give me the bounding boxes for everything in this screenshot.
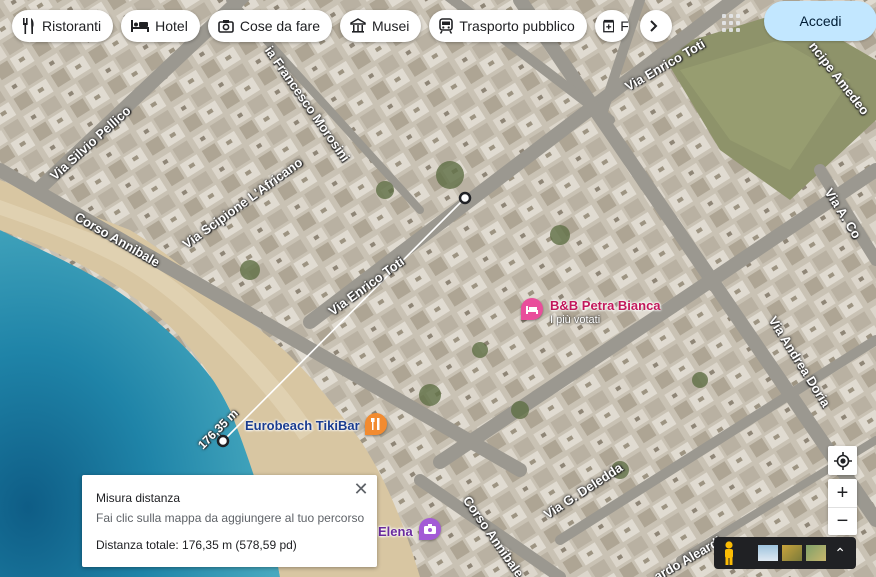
close-icon[interactable]: ✕ <box>351 479 371 499</box>
bed-icon <box>131 20 150 32</box>
zoom-controls: + − <box>828 479 857 535</box>
poi-eurobeach-tikibar[interactable]: Eurobeach TikiBar <box>245 418 360 433</box>
chip-label: Cose da fare <box>239 18 320 34</box>
chip-cose-da-fare[interactable]: Cose da fare <box>207 10 332 42</box>
layer-thumbnail-transit[interactable] <box>806 545 826 561</box>
chip-trasporto-pubblico[interactable]: Trasporto pubblico <box>429 10 587 42</box>
chip-label: Hotel <box>155 18 188 34</box>
chip-label: Trasporto pubblico <box>459 18 575 34</box>
layer-thumbnail-terrain[interactable] <box>758 545 778 561</box>
category-chips: Ristoranti Hotel Cose da fare Musei Tras… <box>12 10 629 42</box>
measure-card-total: Distanza totale: 176,35 m (578,59 pd) <box>96 538 297 552</box>
measure-card-title: Misura distanza <box>96 491 181 505</box>
zoom-out-button[interactable]: − <box>828 508 857 535</box>
camera-icon[interactable] <box>419 518 441 540</box>
my-location-button[interactable] <box>828 446 857 475</box>
layers-bar: ⌃ <box>714 537 856 569</box>
signin-button[interactable]: Accedi <box>764 1 876 41</box>
bed-icon[interactable] <box>521 298 543 320</box>
poi-bnb-subtitle: I più votati <box>550 314 601 326</box>
camera-icon <box>218 20 234 33</box>
measure-distance-card: Misura distanza Fai clic sulla mappa da … <box>82 475 377 567</box>
chip-label: F <box>620 18 629 34</box>
chips-scroll-right-button[interactable] <box>640 10 672 42</box>
train-icon <box>439 18 454 34</box>
chip-farmacie[interactable]: F <box>594 10 629 42</box>
pegman-icon[interactable] <box>718 540 740 566</box>
apps-grid-button[interactable] <box>718 10 744 36</box>
chip-ristoranti[interactable]: Ristoranti <box>12 10 114 42</box>
satellite-map[interactable]: Via Silvio Pellico ia Francesco Morosini… <box>0 0 876 577</box>
chip-label: Ristoranti <box>42 18 102 34</box>
chip-hotel[interactable]: Hotel <box>121 10 200 42</box>
crosshair-icon <box>833 451 852 470</box>
pharmacy-icon <box>602 19 615 33</box>
fork-knife-icon[interactable] <box>365 413 387 435</box>
measure-card-hint: Fai clic sulla mappa da aggiungere al tu… <box>96 511 365 525</box>
poi-elena[interactable]: Elena <box>378 524 413 539</box>
layers-expand-button[interactable]: ⌃ <box>830 545 852 562</box>
chip-musei[interactable]: Musei <box>340 10 422 42</box>
layer-thumbnail-traffic[interactable] <box>782 545 802 561</box>
zoom-in-button[interactable]: + <box>828 480 857 508</box>
museum-icon <box>350 18 366 33</box>
chevron-right-icon <box>650 20 658 32</box>
poi-bnb-petra-bianca[interactable]: B&B Petra Bianca <box>550 298 661 313</box>
chip-label: Musei <box>372 18 410 34</box>
fork-knife-icon <box>23 18 34 34</box>
